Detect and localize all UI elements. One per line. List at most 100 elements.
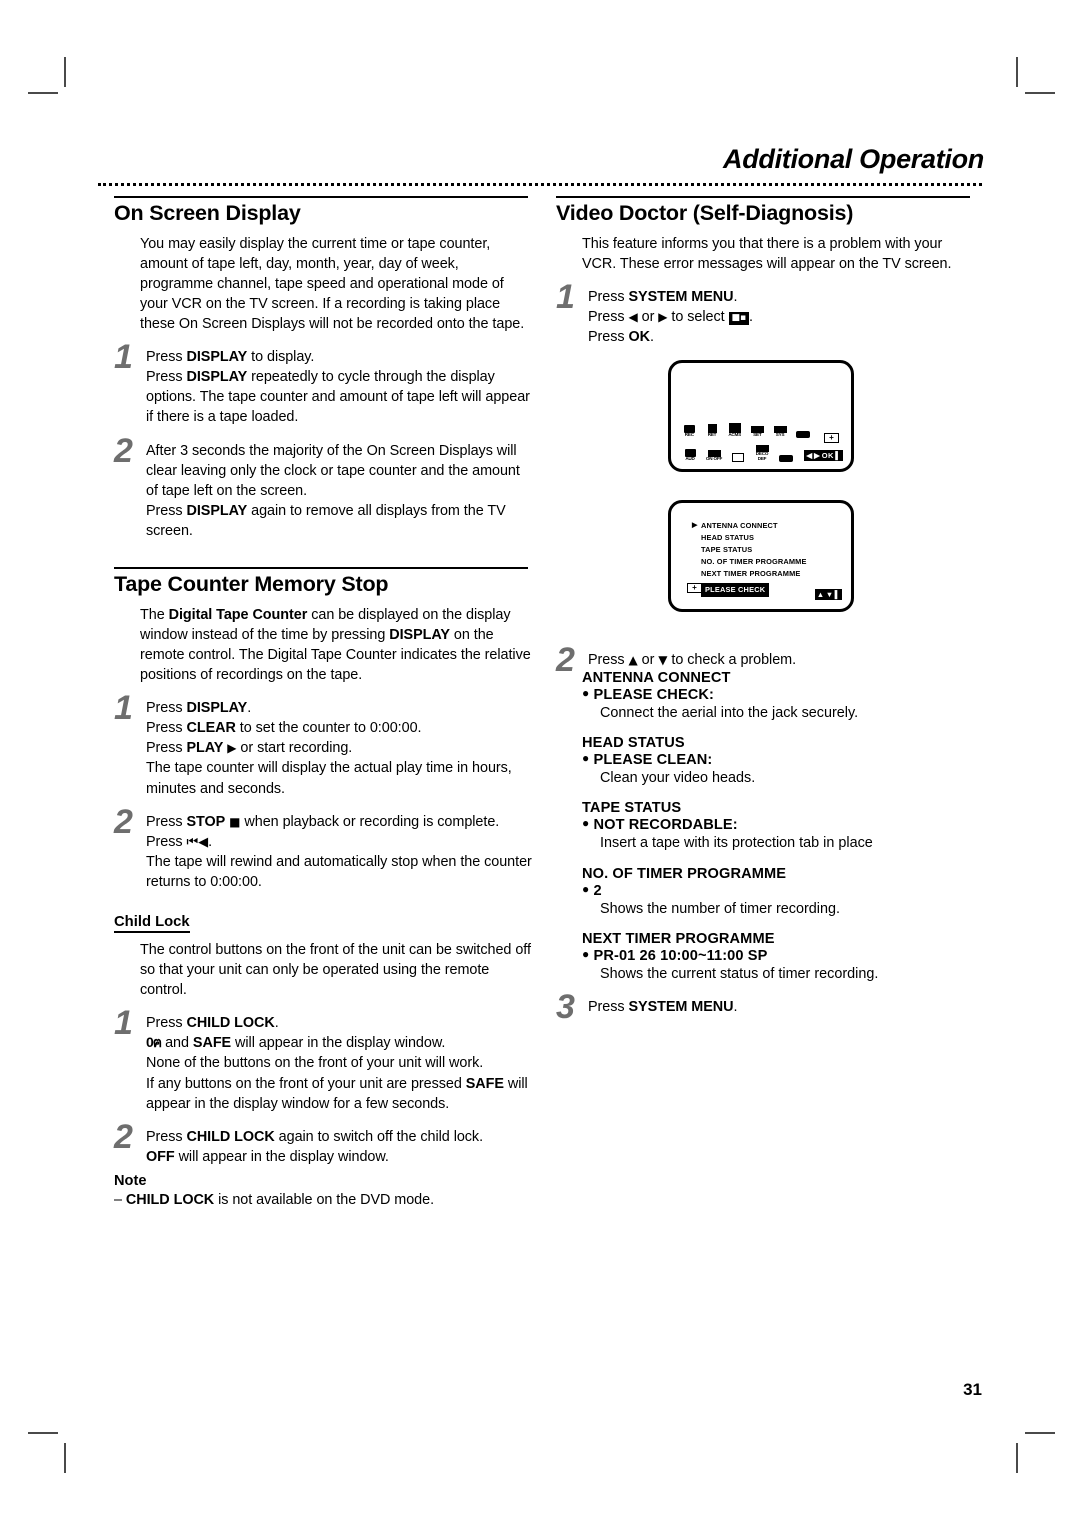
crop-mark-bottom-right-h (1025, 1432, 1055, 1434)
tc-intro-b1: Digital Tape Counter (168, 606, 308, 623)
stop-icon: ■ (229, 814, 241, 829)
cl-s1-l3: None of the buttons on the front of your… (146, 1055, 484, 1072)
tc-s1-l1-bold: DISPLAY (186, 700, 248, 717)
menu-item-label-2: TAPE STATUS (701, 544, 753, 554)
cl-s1-l2-mid: and (161, 1035, 193, 1052)
tc-step-1-number: 1 (114, 689, 133, 728)
osd-icon-sys-label: SYS (775, 432, 785, 438)
vd-step-2-lead: Press ▲ or ▼ to check a problem. (588, 650, 976, 670)
vd-s1-l3-post: . (649, 329, 654, 346)
video-doctor-intro: This feature informs you that there is a… (582, 235, 952, 272)
crop-mark-bottom-left-h (28, 1432, 58, 1434)
vd-step-3-text: Press SYSTEM MENU. (588, 997, 976, 1017)
menu-item-no-of-timer-programme: NO. OF TIMER PROGRAMME (701, 556, 807, 568)
cl-s1-l4-pre: If any buttons on the front of your unit… (146, 1075, 466, 1092)
osd-icon-acms: ACMS (726, 422, 743, 438)
tc-s1-l2-post: to set the counter to 0:00:00. (235, 720, 422, 737)
note-text: – CHILD LOCK is not available on the DVD… (114, 1190, 534, 1210)
rec-badge-icon (779, 454, 793, 462)
osd-s1-l2-bold: DISPLAY (186, 369, 248, 386)
diag-value-no-of-timer-programme: ● 2 (582, 882, 976, 899)
diag-title-no-of-timer-programme: NO. OF TIMER PROGRAMME (582, 865, 787, 882)
osd-icon-rec-label: REC (684, 432, 694, 438)
menu-item-next-timer-programme: NEXT TIMER PROGRAMME (701, 568, 807, 580)
cl-step-2-text: Press CHILD LOCK again to switch off the… (146, 1127, 534, 1167)
diag-value-text-0: PLEASE CHECK: (593, 687, 715, 704)
diag-title-next-timer-programme: NEXT TIMER PROGRAMME (582, 930, 775, 947)
osd-step-2-text: After 3 seconds the majority of the On S… (146, 441, 534, 541)
vd-s2-lead-post: to check a problem. (667, 652, 797, 669)
osd-s2-l1: After 3 seconds the majority of the On S… (146, 442, 520, 499)
osd-icon-cassette (729, 452, 747, 463)
diag-desc-head-status: Clean your video heads. (600, 770, 756, 787)
osd-nav-left-icon: ◀ (806, 451, 813, 460)
left-arrow-icon: ◀ (628, 310, 638, 324)
note-bold: CHILD LOCK (125, 1191, 215, 1208)
osd-nav-bar-icon: ▌ (835, 451, 841, 460)
acms-icon (728, 422, 741, 433)
cl-s2-l2-bold: OFF (146, 1148, 175, 1165)
vd-s1-l2-post: to select (667, 309, 729, 325)
osd-plus-button: + (824, 433, 839, 443)
diag-value-text-1: PLEASE CLEAN: (593, 752, 713, 769)
cl-s1-l1-pre: Press (146, 1015, 187, 1032)
child-lock-icon: 0ฅ (146, 1034, 162, 1051)
crop-mark-top-left-v (64, 57, 66, 87)
tc-s1-l2-pre: Press (146, 720, 187, 737)
bullet-icon: ● (582, 686, 590, 701)
osd-icon-row-2: AUD ON OFF DECO DEF (681, 438, 811, 462)
osd-icon-aud: AUD (681, 448, 699, 462)
diagnostics-list: ANTENNA CONNECT ● PLEASE CHECK: Connect … (582, 670, 976, 983)
osd-navigation-bar: ◀ ▶ OK ▌ (804, 450, 843, 461)
osd-icon-set: SET (749, 425, 766, 438)
osd-step-2: 2 After 3 seconds the majority of the On… (114, 434, 534, 541)
osd-icon-onoff-label: ON OFF (705, 456, 723, 462)
osd-icon-plus (794, 430, 811, 439)
tc-s1-l1-post: . (247, 700, 252, 717)
osd-icon-rec: REC (681, 424, 698, 438)
cursor-arrow-icon: ▶ (692, 522, 698, 529)
menu-item-label-1: HEAD STATUS (701, 532, 755, 542)
vd-step-2-number: 2 (556, 641, 575, 680)
on-screen-display-intro: You may easily display the current time … (140, 235, 525, 333)
tc-step-2-text: Press STOP ■ when playback or recording … (146, 812, 534, 892)
cl-s1-l4-bold: SAFE (465, 1075, 504, 1092)
cl-s1-l1-post: . (274, 1015, 279, 1032)
osd-nav-right-icon: ▶ (814, 451, 821, 460)
osd-step-1: 1 Press DISPLAY to display. Press DISPLA… (114, 340, 534, 427)
tape-counter-step-1: 1 Press DISPLAY. Press CLEAR to set the … (114, 691, 534, 798)
tc-s1-l2-bold: CLEAR (186, 720, 236, 737)
vd-s1-l1-pre: Press (588, 288, 629, 305)
menu-item-head-status: HEAD STATUS (701, 532, 807, 544)
header-divider (98, 183, 982, 186)
note-heading: Note (114, 1172, 147, 1189)
tc-step-2-number: 2 (114, 802, 133, 841)
menu-item-label-0: ANTENNA CONNECT (701, 521, 778, 530)
osd-icon-matrix: REC RET ACMS SET SYS AUD ON OFF DECO DEF (681, 414, 811, 462)
osd-icon-deco-label: DECO DEF (755, 451, 769, 462)
tape-counter-step-2: 2 Press STOP ■ when playback or recordin… (114, 805, 534, 892)
osd-step-1-number: 1 (114, 338, 133, 377)
osd-icon-onoff: ON OFF (705, 449, 723, 462)
menu-nav-down-icon: ▼ (825, 590, 834, 599)
vd-s1-l2-pre: Press (588, 309, 629, 325)
vd-s1-l2-mid: or (637, 309, 659, 325)
child-lock-step-2: 2 Press CHILD LOCK again to switch off t… (114, 1120, 534, 1167)
vd-step-1-number: 1 (556, 277, 575, 316)
diag-value-head-status: ● PLEASE CLEAN: (582, 751, 976, 768)
menu-plus-button: + (687, 583, 702, 593)
vd-s2-lead-pre: Press (588, 652, 629, 669)
child-lock-step-1: 1 Press CHILD LOCK. 0ฅ and SAFE will app… (114, 1006, 534, 1113)
osd-s1-l1-pre: Press (146, 349, 187, 366)
vd-step-1-text: Press SYSTEM MENU. Press ◀ or ▶ to selec… (588, 287, 976, 347)
note-post: is not available on the DVD mode. (214, 1191, 435, 1208)
osd-icon-row-1: REC RET ACMS SET SYS (681, 414, 811, 438)
osd-s2-l2-bold: DISPLAY (186, 502, 248, 519)
bullet-icon: ● (582, 751, 590, 766)
tc-s2-l1-bold: STOP (186, 813, 226, 830)
section-rule-tape-counter (114, 567, 528, 570)
bullet-icon: ● (582, 881, 590, 896)
vd-s1-l2-end: . (749, 309, 753, 325)
tv-screen-osd-illustration: REC RET ACMS SET SYS AUD ON OFF DECO DEF… (668, 360, 854, 472)
menu-navigation-bar: ▲ ▼ ▌ (814, 589, 842, 600)
